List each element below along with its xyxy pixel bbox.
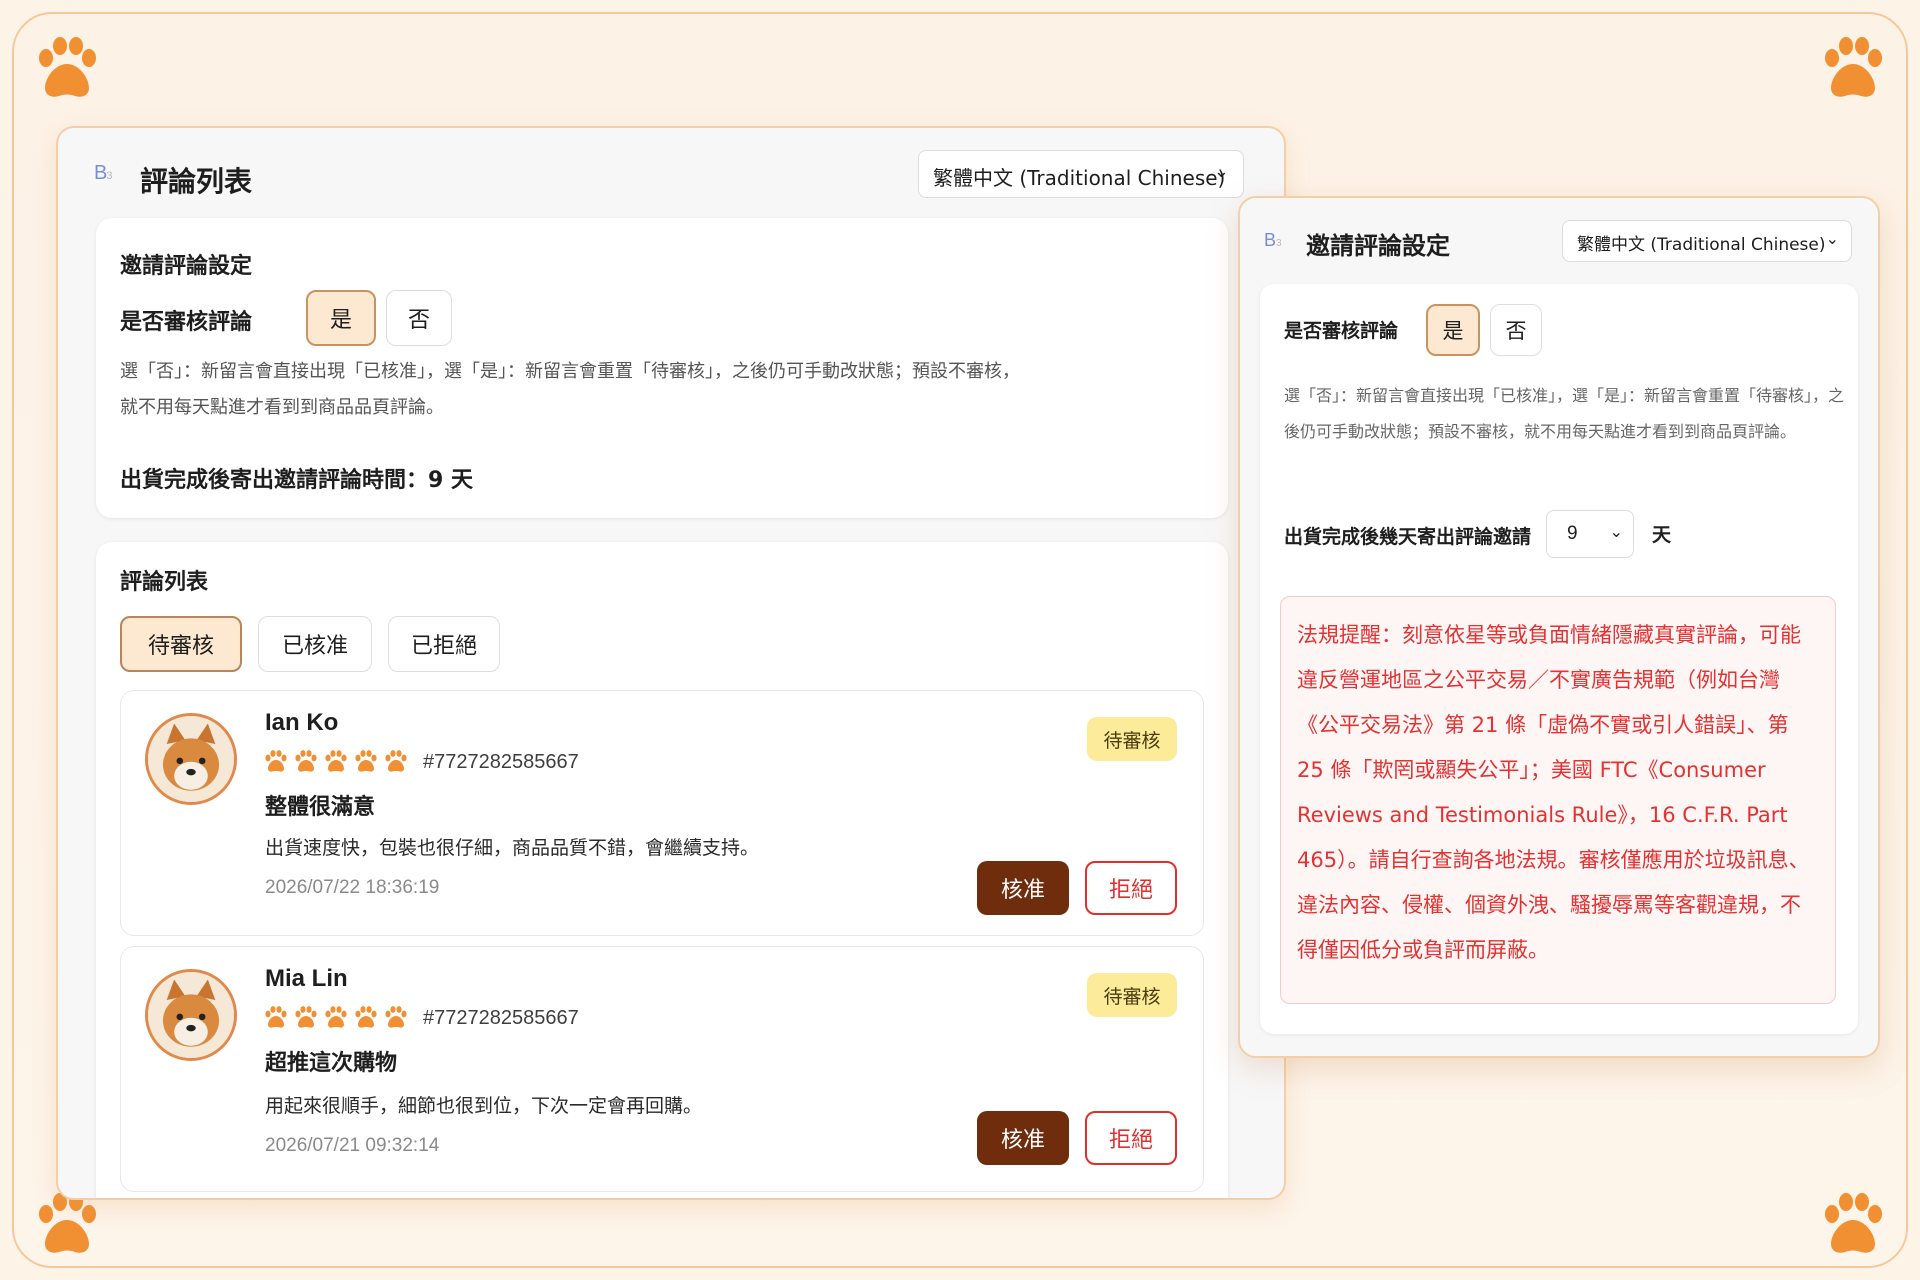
language-select[interactable]: 繁體中文 (Traditional Chinese) ⌄ (918, 150, 1244, 198)
review-date: 2026/07/21 09:32:14 (265, 1135, 440, 1156)
review-title: 超推這次購物 (265, 1051, 398, 1076)
reject-button[interactable]: 拒絕 (1085, 1111, 1177, 1165)
invite-days-unit: 天 (1652, 524, 1672, 546)
review-item: Ian Ko #7727282585667 整體很滿意 出貨速度快，包裝也很仔細… (120, 690, 1204, 936)
paw-star-icon (353, 749, 379, 775)
review-no-button[interactable]: 否 (386, 290, 452, 346)
paw-star-icon (323, 749, 349, 775)
invite-settings-card: 邀請評論設定 是否審核評論 是 否 選「否」：新留言會直接出現「已核准」，選「是… (96, 218, 1228, 518)
paw-icon (32, 1192, 102, 1258)
chevron-down-icon: ⌄ (1825, 229, 1839, 248)
settings-description-line2: 就不用每天點進才看到到商品品頁評論。 (120, 397, 444, 418)
tab-rejected[interactable]: 已拒絕 (388, 616, 500, 672)
paw-icon (32, 36, 102, 102)
shiba-avatar (145, 713, 237, 805)
settings-description: 選「否」：新留言會直接出現「已核准」，選「是」：新留言會重置「待審核」，之後仍可… (1284, 386, 1845, 441)
brand-logo: B3 (1264, 230, 1282, 250)
review-body: 用起來很順手，細節也很到位，下次一定會再回購。 (265, 1095, 703, 1117)
panel-title: 邀請評論設定 (1306, 232, 1450, 260)
reviews-card: 評論列表 待審核 已核准 已拒絕 Ian Ko #7727282585667 整… (96, 542, 1228, 1198)
paw-star-icon (353, 1005, 379, 1031)
review-toggle-label: 是否審核評論 (1284, 320, 1399, 342)
review-yes-button[interactable]: 是 (306, 290, 376, 346)
reject-button[interactable]: 拒絕 (1085, 861, 1177, 915)
approve-button[interactable]: 核准 (977, 861, 1069, 915)
paw-star-icon (293, 1005, 319, 1031)
settings-card: 是否審核評論 是 否 選「否」：新留言會直接出現「已核准」，選「是」：新留言會重… (1260, 284, 1858, 1034)
language-select-value: 繁體中文 (Traditional Chinese) (933, 166, 1226, 190)
paw-icon (1818, 1192, 1888, 1258)
paw-star-icon (383, 1005, 409, 1031)
reviewer-name: Mia Lin (265, 965, 348, 992)
status-badge: 待審核 (1087, 717, 1177, 761)
review-list-panel: B3 評論列表 繁體中文 (Traditional Chinese) ⌄ 邀請評… (56, 126, 1286, 1200)
rating-paws (263, 1005, 409, 1031)
reviewer-name: Ian Ko (265, 709, 339, 736)
paw-icon (1818, 36, 1888, 102)
invite-days-text: 出貨完成後寄出邀請評論時間：9 天 (120, 468, 473, 493)
paw-star-icon (323, 1005, 349, 1031)
rating-paws (263, 749, 409, 775)
settings-description-line1: 選「否」：新留言會直接出現「已核准」，選「是」：新留言會重置「待審核」，之後仍可… (120, 361, 1020, 382)
review-title: 整體很滿意 (265, 795, 376, 820)
invite-days-value: 9 (1567, 523, 1578, 544)
invite-days-select[interactable]: 9 ⌄ (1546, 510, 1634, 558)
tab-approved[interactable]: 已核准 (258, 616, 372, 672)
brand-logo: B3 (94, 162, 112, 184)
shiba-avatar (145, 969, 237, 1061)
invite-settings-panel: B3 邀請評論設定 繁體中文 (Traditional Chinese) ⌄ 是… (1238, 196, 1880, 1058)
language-select-value: 繁體中文 (Traditional Chinese) (1577, 235, 1826, 255)
chevron-down-icon: ⌄ (1213, 161, 1229, 182)
paw-star-icon (263, 1005, 289, 1031)
order-id: #7727282585667 (423, 1007, 579, 1029)
invite-days-label: 出貨完成後幾天寄出評論邀請 (1284, 526, 1532, 548)
paw-star-icon (383, 749, 409, 775)
settings-title: 邀請評論設定 (120, 254, 253, 279)
reviews-title: 評論列表 (120, 570, 209, 595)
legal-notice: 法規提醒：刻意依星等或負面情緒隱藏真實評論，可能違反營運地區之公平交易／不實廣告… (1280, 596, 1836, 1004)
language-select[interactable]: 繁體中文 (Traditional Chinese) ⌄ (1562, 220, 1852, 262)
page-title: 評論列表 (140, 165, 253, 198)
review-yes-button[interactable]: 是 (1426, 304, 1480, 356)
status-badge: 待審核 (1087, 973, 1177, 1017)
review-body: 出貨速度快，包裝也很仔細，商品品質不錯，會繼續支持。 (265, 837, 760, 859)
review-toggle-label: 是否審核評論 (120, 310, 253, 335)
paw-star-icon (263, 749, 289, 775)
approve-button[interactable]: 核准 (977, 1111, 1069, 1165)
paw-star-icon (293, 749, 319, 775)
tab-pending[interactable]: 待審核 (120, 616, 242, 672)
review-date: 2026/07/22 18:36:19 (265, 877, 440, 898)
review-item: Mia Lin #7727282585667 超推這次購物 用起來很順手，細節也… (120, 946, 1204, 1192)
review-no-button[interactable]: 否 (1490, 304, 1542, 356)
order-id: #7727282585667 (423, 751, 579, 773)
chevron-down-icon: ⌄ (1609, 524, 1623, 541)
panel-header: B3 評論列表 繁體中文 (Traditional Chinese) ⌄ (94, 150, 1244, 210)
